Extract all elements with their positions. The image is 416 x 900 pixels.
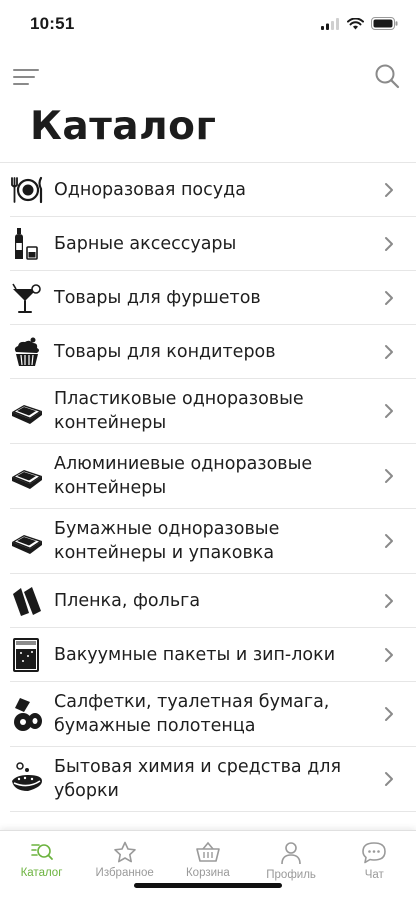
sponge-bubbles-icon: [10, 762, 44, 796]
bottle-glass-icon: [10, 227, 44, 261]
catalog-item[interactable]: Бумажные одноразовые контейнеры и упаков…: [10, 509, 416, 574]
battery-icon: [371, 17, 398, 30]
catalog-item[interactable]: Алюминиевые одноразовые контейнеры: [10, 444, 416, 509]
tab-cart[interactable]: Корзина: [166, 841, 249, 879]
catalog-item-label: Пленка, фольга: [54, 590, 201, 611]
catalog-item[interactable]: Вакуумные пакеты и зип-локи: [10, 628, 416, 682]
tab-label: Чат: [364, 869, 384, 881]
catalog-item[interactable]: Барные аксессуары: [10, 217, 416, 271]
chevron-right-icon: [385, 647, 393, 662]
chevron-right-icon: [385, 707, 393, 721]
cocktail-glass-icon: [10, 281, 44, 315]
catalog-item[interactable]: Пленка, фольга: [10, 574, 416, 628]
catalog-item-label: Пластиковые одноразовые контейнеры: [54, 389, 304, 433]
tab-profile[interactable]: Профиль: [250, 841, 333, 881]
chevron-right-icon: [385, 469, 393, 483]
catalog-search-icon: [0, 841, 83, 863]
status-bar: 10:51: [0, 0, 416, 50]
container-icon: [10, 459, 44, 493]
menu-icon[interactable]: [12, 66, 40, 88]
catalog-item[interactable]: Товары для кондитеров: [10, 325, 416, 379]
foil-roll-icon: [10, 584, 44, 618]
chevron-right-icon: [385, 236, 393, 251]
tab-chat[interactable]: Чат: [333, 841, 416, 881]
catalog-item-label: Бытовая химия и средства для уборки: [54, 757, 342, 801]
search-icon[interactable]: [374, 63, 400, 89]
catalog-item-label: Товары для фуршетов: [54, 287, 261, 308]
paper-roll-icon: [10, 697, 44, 731]
chevron-right-icon: [385, 404, 393, 418]
tab-favorites[interactable]: Избранное: [83, 841, 166, 879]
tab-label: Каталог: [20, 867, 63, 879]
chevron-right-icon: [385, 290, 393, 305]
top-bar: [0, 58, 416, 98]
star-icon: [83, 841, 166, 863]
catalog-item-label: Одноразовая посуда: [54, 179, 246, 200]
chat-bubble-icon: [333, 841, 416, 865]
catalog-item-label: Товары для кондитеров: [54, 341, 276, 362]
catalog-item[interactable]: Товары для фуршетов: [10, 271, 416, 325]
chevron-right-icon: [385, 182, 393, 197]
chevron-right-icon: [385, 772, 393, 786]
tab-label: Избранное: [95, 867, 154, 879]
container-icon: [10, 394, 44, 428]
catalog-item[interactable]: Салфетки, туалетная бумага, бумажные пол…: [10, 682, 416, 747]
person-icon: [250, 841, 333, 865]
catalog-list: Одноразовая посуда Барные аксессуары Товар…: [0, 162, 416, 812]
catalog-item[interactable]: Одноразовая посуда: [10, 163, 416, 217]
container-icon: [10, 524, 44, 558]
chevron-right-icon: [385, 534, 393, 548]
tab-label: Корзина: [185, 867, 230, 879]
status-icons: [321, 17, 398, 30]
chevron-right-icon: [385, 344, 393, 359]
tab-bar: Каталог Избранное Корзина Профиль Чат: [0, 830, 416, 900]
catalog-item-label: Бумажные одноразовые контейнеры и упаков…: [54, 519, 280, 563]
tab-label: Профиль: [266, 869, 316, 881]
catalog-item-label: Барные аксессуары: [54, 233, 237, 254]
catalog-item-label: Алюминиевые одноразовые контейнеры: [54, 454, 313, 498]
status-time: 10:51: [30, 14, 75, 33]
signal-icon: [321, 17, 339, 30]
cupcake-icon: [10, 335, 44, 369]
catalog-item-label: Вакуумные пакеты и зип-локи: [54, 644, 336, 665]
wifi-icon: [347, 17, 364, 29]
catalog-item[interactable]: Бытовая химия и средства для уборки: [10, 747, 416, 812]
vacuum-bag-icon: [10, 637, 44, 672]
tab-catalog[interactable]: Каталог: [0, 841, 83, 879]
chevron-right-icon: [385, 593, 393, 608]
basket-icon: [166, 841, 249, 863]
home-indicator: [134, 883, 282, 888]
plate-cutlery-icon: [10, 173, 44, 207]
catalog-item-label: Салфетки, туалетная бумага, бумажные пол…: [54, 692, 330, 736]
page-title: Каталог: [30, 104, 217, 149]
catalog-item[interactable]: Пластиковые одноразовые контейнеры: [10, 379, 416, 444]
